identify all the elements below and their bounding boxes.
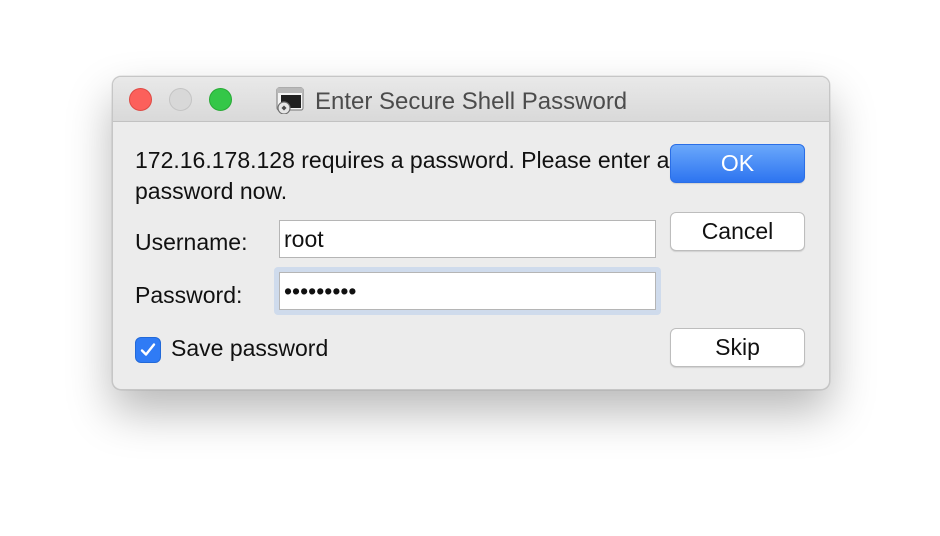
username-label: Username: — [135, 229, 248, 255]
minimize-window-button[interactable] — [169, 88, 192, 111]
checkmark-icon — [140, 343, 156, 356]
cancel-button[interactable]: Cancel — [670, 212, 805, 251]
ssh-password-dialog: Enter Secure Shell Password 172.16.178.1… — [112, 76, 830, 390]
close-window-button[interactable] — [129, 88, 152, 111]
ok-button[interactable]: OK — [670, 144, 805, 183]
save-password-label[interactable]: Save password — [171, 335, 328, 362]
username-field[interactable] — [279, 220, 656, 258]
terminal-app-icon — [275, 86, 305, 115]
window-title: Enter Secure Shell Password — [315, 88, 628, 115]
skip-button[interactable]: Skip — [670, 328, 805, 367]
password-field[interactable] — [279, 272, 656, 310]
save-password-checkbox[interactable] — [135, 337, 161, 363]
password-prompt-message: 172.16.178.128 requires a password. Plea… — [135, 147, 670, 204]
zoom-window-button[interactable] — [209, 88, 232, 111]
password-label: Password: — [135, 282, 243, 308]
title-bar[interactable]: Enter Secure Shell Password — [113, 77, 829, 122]
